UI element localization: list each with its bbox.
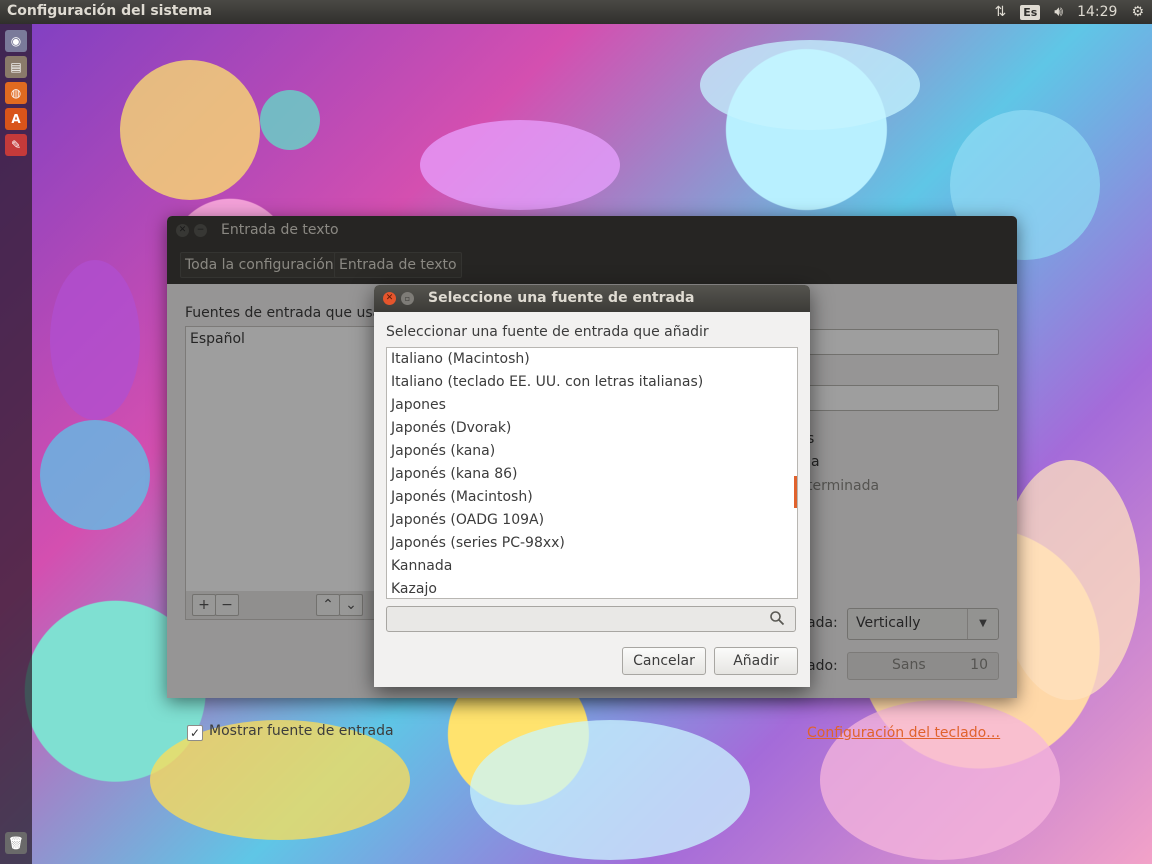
close-icon[interactable]: ✕ bbox=[383, 292, 396, 305]
list-item[interactable]: Japonés (Dvorak) bbox=[387, 417, 797, 440]
trash-icon[interactable]: 🗑︎ bbox=[5, 832, 27, 854]
dialog-titlebar: ✕ ▫ Seleccione una fuente de entrada bbox=[374, 285, 810, 312]
volume-icon[interactable]: 🔊︎ bbox=[1054, 4, 1063, 20]
files-icon[interactable]: ▤ bbox=[5, 56, 27, 78]
input-source-list[interactable]: Italiano (Macintosh) Italiano (teclado EE… bbox=[386, 347, 798, 599]
add-button[interactable]: Añadir bbox=[714, 647, 798, 675]
list-item[interactable]: Japonés (Macintosh) bbox=[387, 486, 797, 509]
dialog-title: Seleccione una fuente de entrada bbox=[428, 290, 695, 306]
top-panel: Configuración del sistema ⇅ Es 🔊︎ 14:29 … bbox=[0, 0, 1152, 24]
system-settings-icon[interactable]: ✎ bbox=[5, 134, 27, 156]
list-item[interactable]: Japonés (kana) bbox=[387, 440, 797, 463]
list-item[interactable]: Kazajo bbox=[387, 578, 797, 598]
list-item[interactable]: Italiano (Macintosh) bbox=[387, 348, 797, 371]
gear-icon[interactable]: ⚙ bbox=[1131, 4, 1144, 20]
app-title: Configuración del sistema bbox=[7, 3, 213, 19]
firefox-icon[interactable]: ◍ bbox=[5, 82, 27, 104]
search-icon bbox=[770, 611, 785, 626]
minimize-icon[interactable]: ▫ bbox=[401, 292, 414, 305]
list-item[interactable]: Italiano (teclado EE. UU. con letras ita… bbox=[387, 371, 797, 394]
dash-icon[interactable]: ◉ bbox=[5, 30, 27, 52]
show-source-label: Mostrar fuente de entrada bbox=[209, 723, 394, 739]
indicator-area: ⇅ Es 🔊︎ 14:29 ⚙ bbox=[994, 0, 1152, 24]
cancel-button[interactable]: Cancelar bbox=[622, 647, 706, 675]
list-item[interactable]: Japonés (OADG 109A) bbox=[387, 509, 797, 532]
keyboard-indicator[interactable]: Es bbox=[1020, 4, 1041, 20]
list-item[interactable]: Kannada bbox=[387, 555, 797, 578]
software-center-icon[interactable]: A bbox=[5, 108, 27, 130]
launcher: ◉ ▤ ◍ A ✎ 🗑︎ bbox=[0, 24, 32, 864]
keyboard-settings-link[interactable]: Configuración del teclado… bbox=[807, 725, 1000, 741]
select-source-dialog: ✕ ▫ Seleccione una fuente de entrada Sel… bbox=[374, 285, 810, 687]
search-input[interactable] bbox=[386, 606, 796, 632]
scrollbar[interactable] bbox=[794, 476, 797, 508]
show-source-checkbox[interactable]: ✓ bbox=[187, 725, 203, 741]
dialog-subtitle: Seleccionar una fuente de entrada que añ… bbox=[386, 324, 709, 340]
list-item[interactable]: Japonés (kana 86) bbox=[387, 463, 797, 486]
list-item[interactable]: Japonés (series PC-98xx) bbox=[387, 532, 797, 555]
clock[interactable]: 14:29 bbox=[1077, 4, 1117, 20]
network-icon[interactable]: ⇅ bbox=[994, 4, 1006, 20]
list-item[interactable]: Japones bbox=[387, 394, 797, 417]
